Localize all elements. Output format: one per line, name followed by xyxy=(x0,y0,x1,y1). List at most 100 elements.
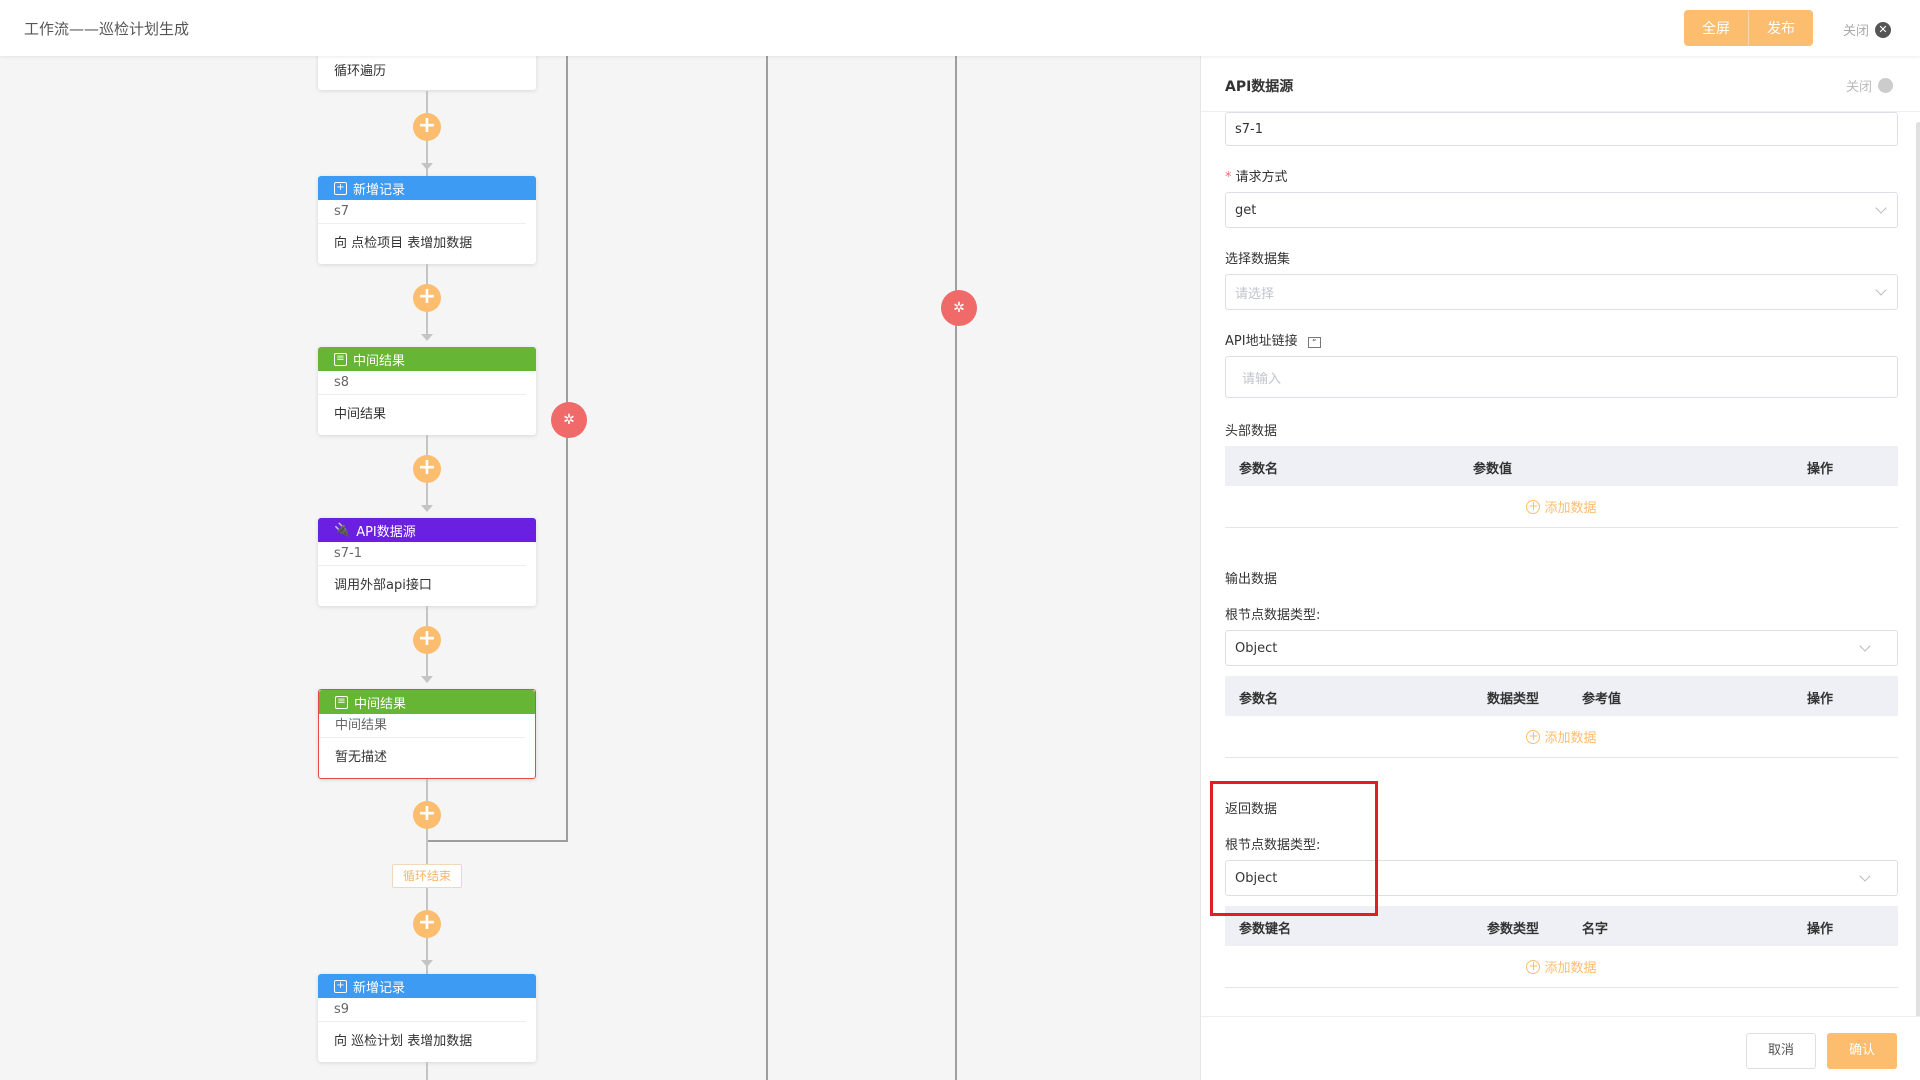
database-icon: ≡ xyxy=(335,695,348,709)
arrow xyxy=(421,676,433,683)
workflow-node[interactable]: ≡ 中间结果 s8 中间结果 xyxy=(318,347,536,435)
column-header: 参考值 xyxy=(1582,692,1622,707)
api-datasource-panel: API数据源 关闭 s7-1 * 请求方式 get 选择数据集 请选择 API地址… xyxy=(1200,56,1920,1080)
confirm-button[interactable]: 确认 xyxy=(1827,1033,1897,1069)
node-code: s9 xyxy=(318,998,526,1022)
arrow xyxy=(421,334,433,341)
database-icon: ≡ xyxy=(334,352,347,366)
arrow xyxy=(421,505,433,512)
add-header-data-button[interactable]: + 添加数据 xyxy=(1225,486,1898,528)
quote-icon: “ xyxy=(1307,337,1321,348)
add-node-button[interactable]: + xyxy=(413,910,441,938)
output-table-head: 参数名 数据类型 参考值 操作 xyxy=(1225,676,1898,716)
plus-circle-icon: + xyxy=(1526,958,1541,974)
error-marker-icon[interactable]: ✲ xyxy=(941,290,977,326)
node-header: ≡ 中间结果 xyxy=(319,690,535,714)
plus-circle-icon: + xyxy=(1526,728,1541,744)
panel-close-button[interactable]: 关闭 xyxy=(1846,76,1894,95)
api-url-input[interactable]: 请输入 xyxy=(1225,356,1898,398)
output-section-title: 输出数据 xyxy=(1225,572,1278,587)
node-desc: 中间结果 xyxy=(334,407,387,422)
loop-node[interactable]: 循环遍历 xyxy=(318,56,536,90)
workflow-node[interactable]: + 新增记录 s9 向 巡检计划 表增加数据 xyxy=(318,974,536,1062)
close-label: 关闭 xyxy=(1843,24,1870,39)
connector xyxy=(426,1062,428,1080)
node-type: API数据源 xyxy=(356,524,416,540)
panel-header: API数据源 关闭 xyxy=(1201,56,1920,112)
node-desc: 暂无描述 xyxy=(335,750,388,765)
scrollbar[interactable] xyxy=(1916,122,1920,1022)
add-return-data-button[interactable]: + 添加数据 xyxy=(1225,946,1898,988)
column-header: 数据类型 xyxy=(1487,692,1540,707)
lane-divider xyxy=(766,56,768,1080)
add-node-button[interactable]: + xyxy=(413,113,441,141)
chevron-down-icon xyxy=(1859,870,1871,882)
loop-end-label: 循环结束 xyxy=(392,864,462,888)
output-root-type-select[interactable]: Object xyxy=(1225,630,1898,666)
panel-title: API数据源 xyxy=(1225,79,1294,95)
method-label: * 请求方式 xyxy=(1225,170,1288,185)
plug-icon: 🔌 xyxy=(334,522,351,538)
header-button-group: 全屏 发布 xyxy=(1684,10,1813,46)
add-node-button[interactable]: + xyxy=(413,284,441,312)
chevron-down-icon xyxy=(1875,202,1887,214)
node-header: + 新增记录 xyxy=(318,974,536,998)
column-header: 参数名 xyxy=(1239,692,1279,707)
dataset-select[interactable]: 请选择 xyxy=(1225,274,1898,310)
node-desc: 向 巡检计划 表增加数据 xyxy=(334,1034,473,1049)
arrow xyxy=(421,960,433,967)
add-record-icon: + xyxy=(334,181,347,195)
error-marker-icon[interactable]: ✲ xyxy=(551,402,587,438)
chevron-down-icon xyxy=(1859,640,1871,652)
workflow-node[interactable]: 🔌 API数据源 s7-1 调用外部api接口 xyxy=(318,518,536,606)
node-code: 中间结果 xyxy=(319,714,525,738)
node-type: 中间结果 xyxy=(353,353,406,369)
column-header: 操作 xyxy=(1807,462,1834,477)
column-header: 参数值 xyxy=(1473,462,1513,477)
workflow-title: 工作流——巡检计划生成 xyxy=(24,20,190,38)
add-node-button[interactable]: + xyxy=(413,801,441,829)
node-name-input[interactable]: s7-1 xyxy=(1225,112,1898,146)
node-code: s7 xyxy=(318,200,526,224)
close-icon xyxy=(1878,78,1894,93)
output-root-type-label: 根节点数据类型: xyxy=(1225,608,1321,623)
column-header: 操作 xyxy=(1807,922,1834,937)
arrow xyxy=(421,163,433,170)
plus-circle-icon: + xyxy=(1526,498,1541,514)
fullscreen-button[interactable]: 全屏 xyxy=(1684,10,1749,46)
close-workflow-button[interactable]: 关闭 ✕ xyxy=(1843,20,1892,39)
loop-branch-line xyxy=(566,56,568,842)
lane-divider xyxy=(955,56,957,1080)
node-header: + 新增记录 xyxy=(318,176,536,200)
cancel-button[interactable]: 取消 xyxy=(1746,1033,1816,1069)
api-url-label: API地址链接 “ xyxy=(1225,330,1321,349)
add-node-button[interactable]: + xyxy=(413,626,441,654)
node-desc: 向 点检项目 表增加数据 xyxy=(334,236,473,251)
publish-button[interactable]: 发布 xyxy=(1749,10,1813,46)
loop-return-line xyxy=(427,840,568,842)
panel-footer: 取消 确认 xyxy=(1201,1016,1920,1080)
node-type: 新增记录 xyxy=(353,182,406,198)
node-code: s7-1 xyxy=(318,542,526,566)
workflow-canvas[interactable]: 循环遍历 + + 新增记录 s7 向 点检项目 表增加数据 + ≡ 中间结果 s… xyxy=(0,56,1196,1080)
workflow-node[interactable]: + 新增记录 s7 向 点检项目 表增加数据 xyxy=(318,176,536,264)
column-header: 参数类型 xyxy=(1487,922,1540,937)
column-header: 参数名 xyxy=(1239,462,1279,477)
node-type: 中间结果 xyxy=(354,696,407,712)
close-icon: ✕ xyxy=(1875,21,1892,38)
top-bar: 工作流——巡检计划生成 全屏 发布 关闭 ✕ xyxy=(0,0,1920,56)
add-node-button[interactable]: + xyxy=(413,455,441,483)
column-header: 参数键名 xyxy=(1239,922,1292,937)
close-label: 关闭 xyxy=(1846,80,1873,95)
workflow-node-selected[interactable]: ≡ 中间结果 中间结果 暂无描述 xyxy=(318,689,536,779)
node-header: ≡ 中间结果 xyxy=(318,347,536,371)
header-section-title: 头部数据 xyxy=(1225,424,1278,439)
node-code: s8 xyxy=(318,371,526,395)
highlight-annotation-box xyxy=(1210,781,1378,916)
column-header: 操作 xyxy=(1807,692,1834,707)
add-output-data-button[interactable]: + 添加数据 xyxy=(1225,716,1898,758)
chevron-down-icon xyxy=(1875,284,1887,296)
header-table-head: 参数名 参数值 操作 xyxy=(1225,446,1898,486)
node-desc: 调用外部api接口 xyxy=(334,578,432,593)
method-select[interactable]: get xyxy=(1225,192,1898,228)
